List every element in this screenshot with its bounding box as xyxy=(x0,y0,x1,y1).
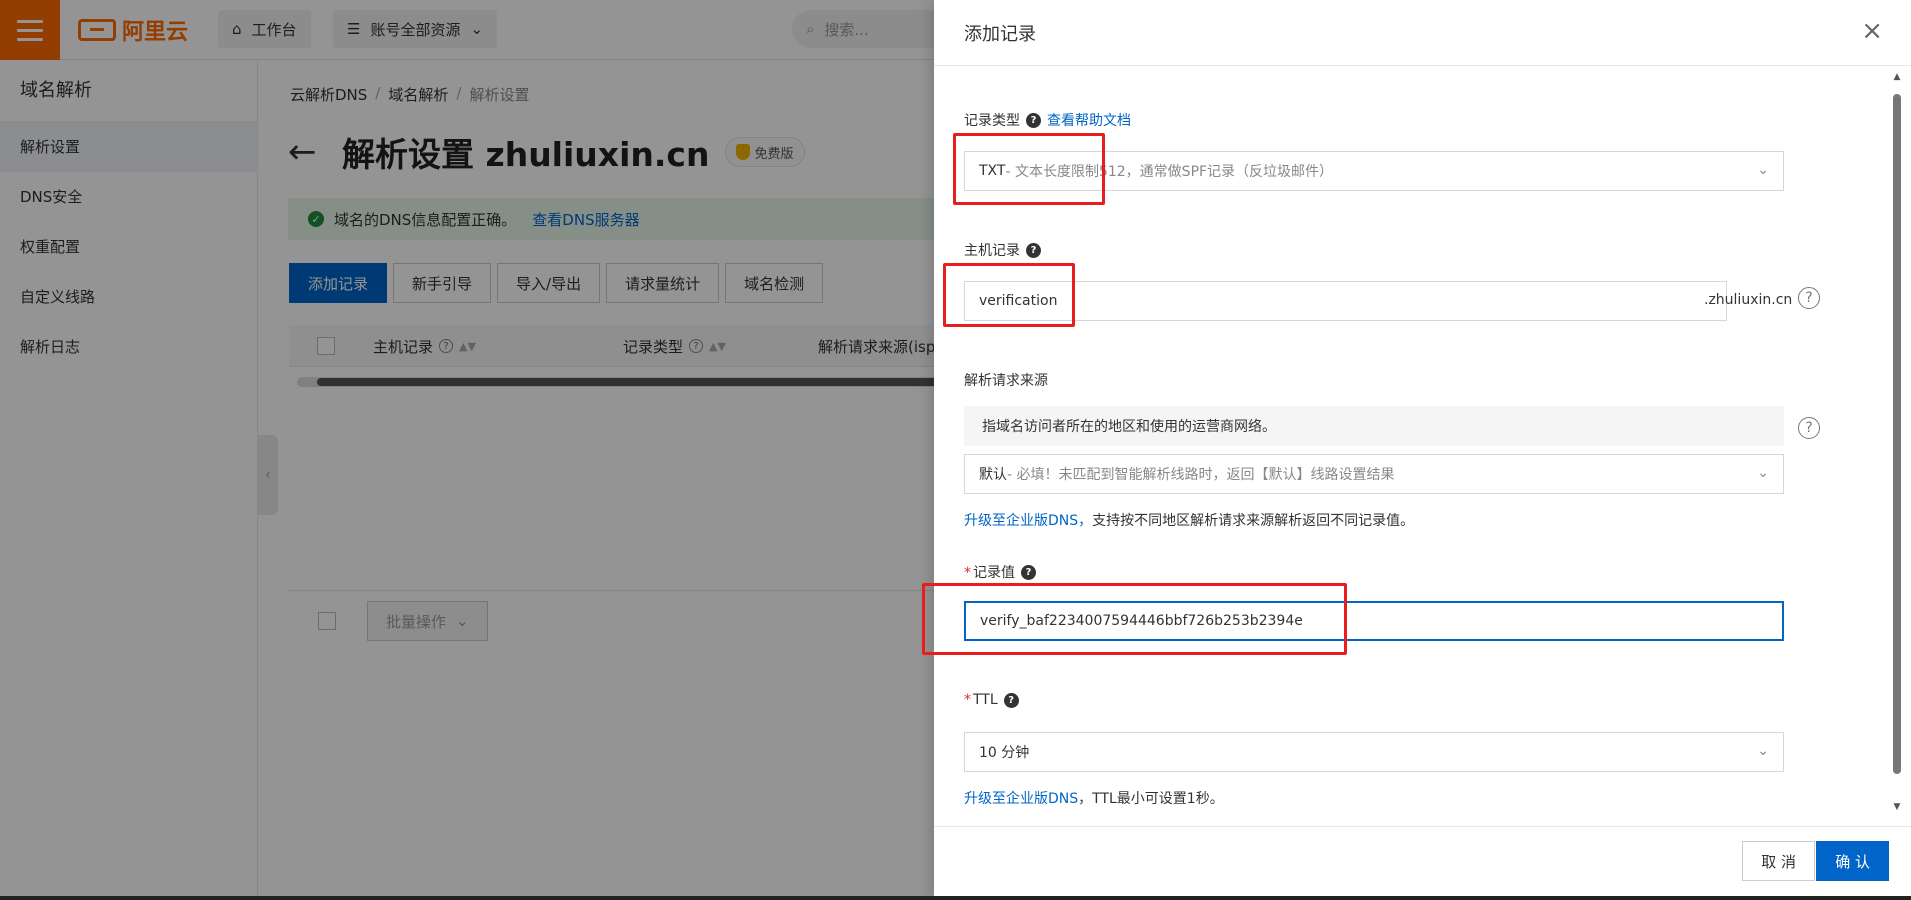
help-icon[interactable]: ? xyxy=(1026,242,1041,258)
record-value-label-row: * 记录值 ? xyxy=(964,562,1036,582)
scroll-down-arrow-icon[interactable]: ▼ xyxy=(1892,802,1902,812)
record-value-label: 记录值 xyxy=(973,565,1015,581)
taskbar-edge xyxy=(0,896,1911,900)
ttl-upgrade-hint: 升级至企业版DNS，TTL最小可设置1秒。 xyxy=(964,788,1224,808)
request-source-label-row: 解析请求来源 xyxy=(964,370,1048,390)
help-icon[interactable]: ? xyxy=(1021,564,1036,580)
scroll-up-arrow-icon[interactable]: ▲ xyxy=(1892,72,1902,82)
annotation-box-record-type xyxy=(953,133,1105,205)
help-docs-link[interactable]: 查看帮助文档 xyxy=(1047,110,1131,130)
chevron-down-icon: ⌄ xyxy=(1757,162,1769,178)
close-icon[interactable]: × xyxy=(1861,18,1883,44)
ttl-label-row: * TTL ? xyxy=(964,692,1019,708)
record-type-label-row: 记录类型 ? 查看帮助文档 xyxy=(964,110,1131,130)
request-source-select[interactable]: 默认 - 必填！未匹配到智能解析线路时，返回【默认】线路设置结果 ⌄ xyxy=(964,454,1784,494)
annotation-box-record-value xyxy=(922,583,1347,655)
question-circle-icon[interactable]: ? xyxy=(1798,287,1820,309)
request-source-value: 默认 xyxy=(979,467,1007,483)
request-source-note: 指域名访问者所在的地区和使用的运营商网络。 xyxy=(964,406,1784,446)
drawer-title: 添加记录 xyxy=(964,24,1036,45)
required-asterisk: * xyxy=(964,565,971,581)
host-record-input[interactable]: verification xyxy=(964,281,1727,321)
ttl-select[interactable]: 10 分钟 ⌄ xyxy=(964,732,1784,772)
scrollbar-thumb[interactable] xyxy=(1893,94,1901,774)
question-circle-icon[interactable]: ? xyxy=(1798,417,1820,439)
drawer-header: 添加记录 × xyxy=(934,0,1911,66)
upgrade-enterprise-link[interactable]: 升级至企业版DNS， xyxy=(964,513,1092,529)
modal-overlay[interactable] xyxy=(0,0,934,900)
drawer-scrollbar[interactable]: ▲ ▼ xyxy=(1892,72,1902,812)
drawer-footer: 取 消 确 认 xyxy=(934,826,1911,900)
upgrade-hint-text: 支持按不同地区解析请求来源解析返回不同记录值。 xyxy=(1092,513,1415,529)
request-source-description: - 必填！未匹配到智能解析线路时，返回【默认】线路设置结果 xyxy=(1007,467,1395,483)
help-icon[interactable]: ? xyxy=(1026,112,1041,128)
ttl-hint-text: ，TTL最小可设置1秒。 xyxy=(1078,791,1224,807)
upgrade-enterprise-link[interactable]: 升级至企业版DNS xyxy=(964,791,1078,807)
cancel-button[interactable]: 取 消 xyxy=(1742,841,1815,881)
ttl-value: 10 分钟 xyxy=(979,745,1030,761)
chevron-down-icon: ⌄ xyxy=(1757,743,1769,759)
record-type-label: 记录类型 xyxy=(964,113,1020,129)
annotation-box-host-record xyxy=(943,263,1075,327)
host-record-label-row: 主机记录 ? xyxy=(964,240,1041,260)
host-record-label: 主机记录 xyxy=(964,243,1020,259)
add-record-drawer: 添加记录 × 记录类型 ? 查看帮助文档 TXT - 文本长度限制512，通常做… xyxy=(922,0,1911,900)
chevron-down-icon: ⌄ xyxy=(1757,465,1769,481)
help-icon[interactable]: ? xyxy=(1003,692,1019,708)
request-source-label: 解析请求来源 xyxy=(964,373,1048,389)
request-source-upgrade-hint: 升级至企业版DNS，支持按不同地区解析请求来源解析返回不同记录值。 xyxy=(964,510,1414,530)
ttl-label: TTL xyxy=(973,692,998,708)
required-asterisk: * xyxy=(964,692,971,708)
domain-suffix: .zhuliuxin.cn xyxy=(1704,292,1793,308)
confirm-button[interactable]: 确 认 xyxy=(1816,841,1889,881)
